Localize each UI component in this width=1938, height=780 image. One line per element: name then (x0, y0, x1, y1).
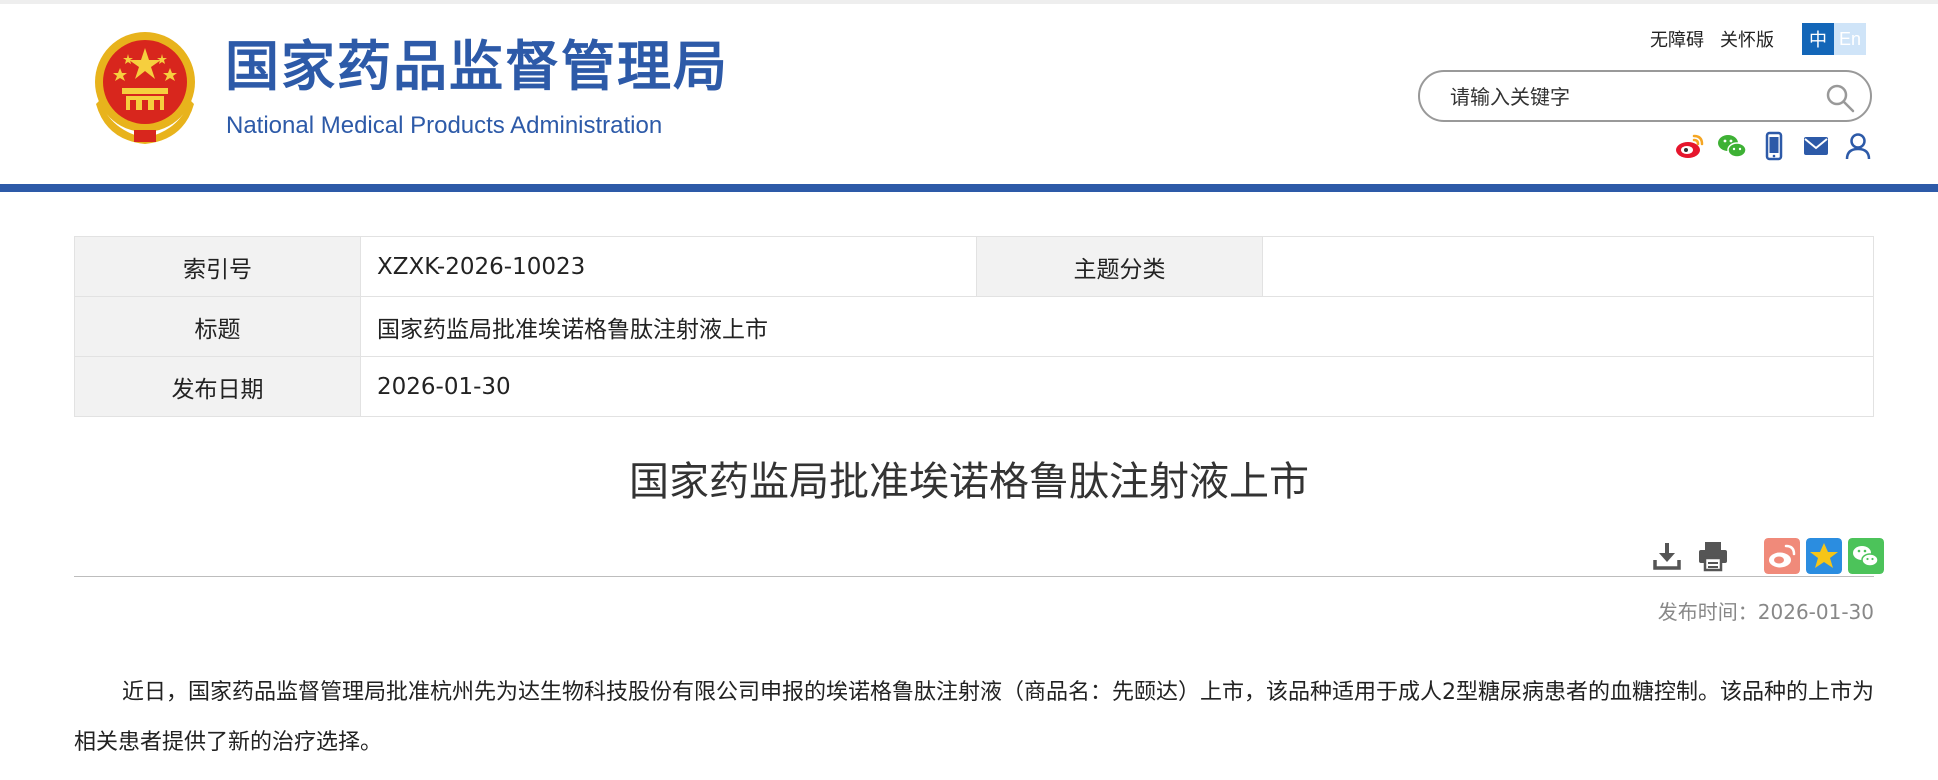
lang-zh-button[interactable]: 中 (1802, 23, 1834, 55)
accessibility-link[interactable]: 无障碍 (1650, 26, 1704, 52)
care-mode-link[interactable]: 关怀版 (1720, 26, 1774, 52)
utility-links: 无障碍 关怀版 (1650, 26, 1774, 52)
title-divider (74, 576, 1874, 577)
download-icon[interactable] (1650, 539, 1684, 573)
article-title: 国家药监局批准埃诺格鲁肽注射液上市 (629, 459, 1309, 505)
print-icon[interactable] (1696, 539, 1730, 573)
search-box (1418, 70, 1872, 122)
article-body: 近日，国家药品监督管理局批准杭州先为达生物科技股份有限公司申报的埃诺格鲁肽注射液… (74, 680, 1875, 755)
weibo-icon[interactable] (1674, 130, 1706, 162)
date-label: 发布日期 (74, 356, 361, 417)
weibo-share-icon[interactable] (1764, 538, 1800, 574)
title-value: 国家药监局批准埃诺格鲁肽注射液上市 (360, 296, 1874, 357)
wechat-share-icon[interactable] (1848, 538, 1884, 574)
language-switch: 中 En (1802, 23, 1866, 55)
topic-value (1262, 236, 1874, 297)
publish-time-value: 2026-01-30 (1757, 600, 1874, 624)
table-row: 索引号 XZXK-2026-10023 主题分类 (74, 236, 1874, 297)
index-value: XZXK-2026-10023 (360, 236, 977, 297)
favorite-share-icon[interactable] (1806, 538, 1842, 574)
article-tools (1650, 536, 1884, 576)
topic-label: 主题分类 (976, 236, 1263, 297)
site-title-cn: 国家药品监督管理局 (225, 35, 729, 98)
national-emblem-icon (95, 32, 195, 144)
header-divider-bar (0, 184, 1938, 192)
publish-time-label: 发布时间： (1657, 600, 1758, 624)
user-icon[interactable] (1842, 130, 1874, 162)
mail-icon[interactable] (1800, 130, 1832, 162)
index-label: 索引号 (74, 236, 361, 297)
title-label: 标题 (74, 296, 361, 357)
metadata-table: 索引号 XZXK-2026-10023 主题分类 标题 国家药监局批准埃诺格鲁肽… (74, 236, 1874, 417)
site-title-en: National Medical Products Administration (226, 112, 663, 139)
table-row: 发布日期 2026-01-30 (74, 356, 1874, 417)
wechat-icon[interactable] (1716, 130, 1748, 162)
search-input[interactable] (1448, 80, 1812, 114)
table-row: 标题 国家药监局批准埃诺格鲁肽注射液上市 (74, 296, 1874, 357)
search-icon[interactable] (1824, 82, 1856, 114)
mobile-icon[interactable] (1758, 130, 1790, 162)
social-icons (1674, 130, 1874, 162)
date-value: 2026-01-30 (360, 356, 1874, 417)
publish-time: 发布时间：2026-01-30 (1658, 596, 1874, 625)
site-header: 国家药品监督管理局 National Medical Products Admi… (0, 4, 1938, 184)
lang-en-button[interactable]: En (1834, 23, 1866, 55)
